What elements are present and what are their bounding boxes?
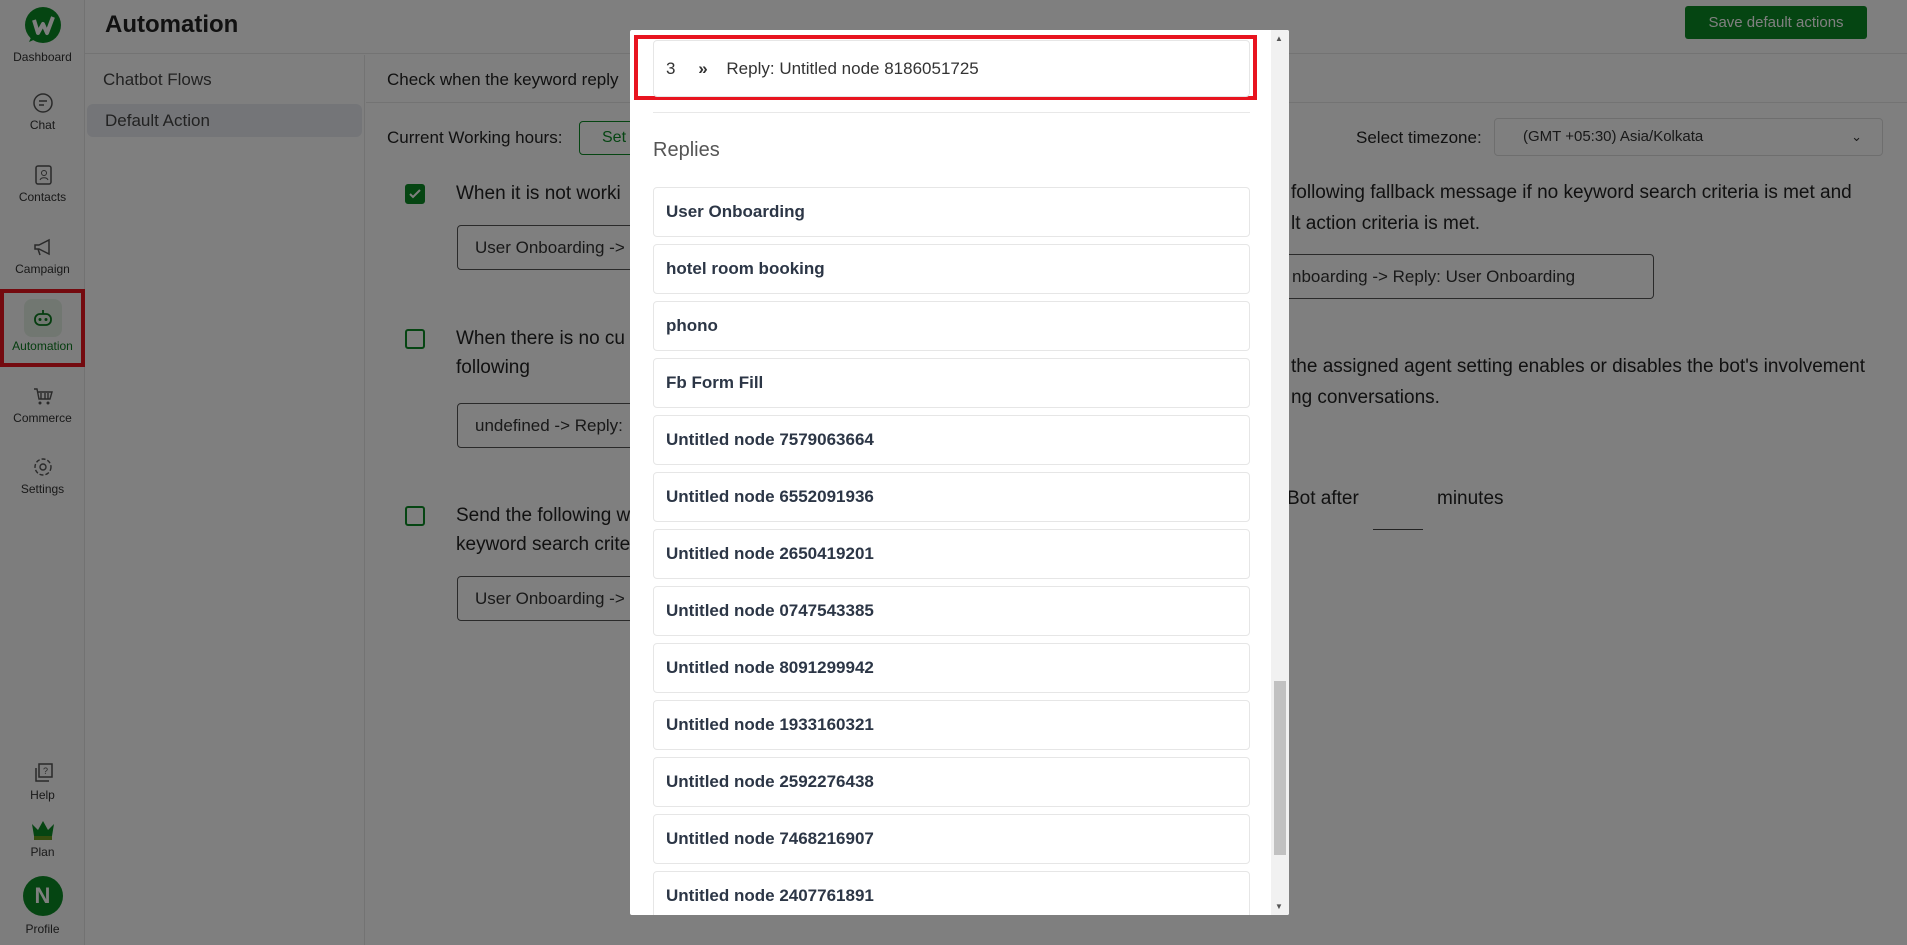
reply-item[interactable]: User Onboarding bbox=[653, 187, 1250, 237]
reply-item[interactable]: hotel room booking bbox=[653, 244, 1250, 294]
reply-item[interactable]: Untitled node 2407761891 bbox=[653, 871, 1250, 915]
replies-heading: Replies bbox=[653, 139, 720, 161]
reply-item[interactable]: Untitled node 0747543385 bbox=[653, 586, 1250, 636]
double-chevron-icon: » bbox=[698, 59, 708, 78]
reply-item[interactable]: Untitled node 2650419201 bbox=[653, 529, 1250, 579]
scroll-up-icon[interactable]: ▲ bbox=[1275, 34, 1283, 43]
reply-item[interactable]: Untitled node 7579063664 bbox=[653, 415, 1250, 465]
scroll-down-icon[interactable]: ▼ bbox=[1275, 902, 1283, 911]
reply-item[interactable]: Untitled node 6552091936 bbox=[653, 472, 1250, 522]
reply-item[interactable]: Untitled node 1933160321 bbox=[653, 700, 1250, 750]
reply-item[interactable]: phono bbox=[653, 301, 1250, 351]
reply-picker-modal: 3 » Reply: Untitled node 8186051725 Repl… bbox=[630, 30, 1289, 915]
selected-reply[interactable]: 3 » Reply: Untitled node 8186051725 bbox=[653, 40, 1250, 97]
divider bbox=[653, 112, 1250, 113]
reply-item[interactable]: Untitled node 8091299942 bbox=[653, 643, 1250, 693]
reply-item[interactable]: Fb Form Fill bbox=[653, 358, 1250, 408]
reply-item[interactable]: Untitled node 7468216907 bbox=[653, 814, 1250, 864]
scrollbar-thumb[interactable] bbox=[1274, 681, 1286, 855]
scrollbar[interactable]: ▲ ▼ bbox=[1271, 30, 1289, 915]
reply-item[interactable]: Untitled node 2592276438 bbox=[653, 757, 1250, 807]
